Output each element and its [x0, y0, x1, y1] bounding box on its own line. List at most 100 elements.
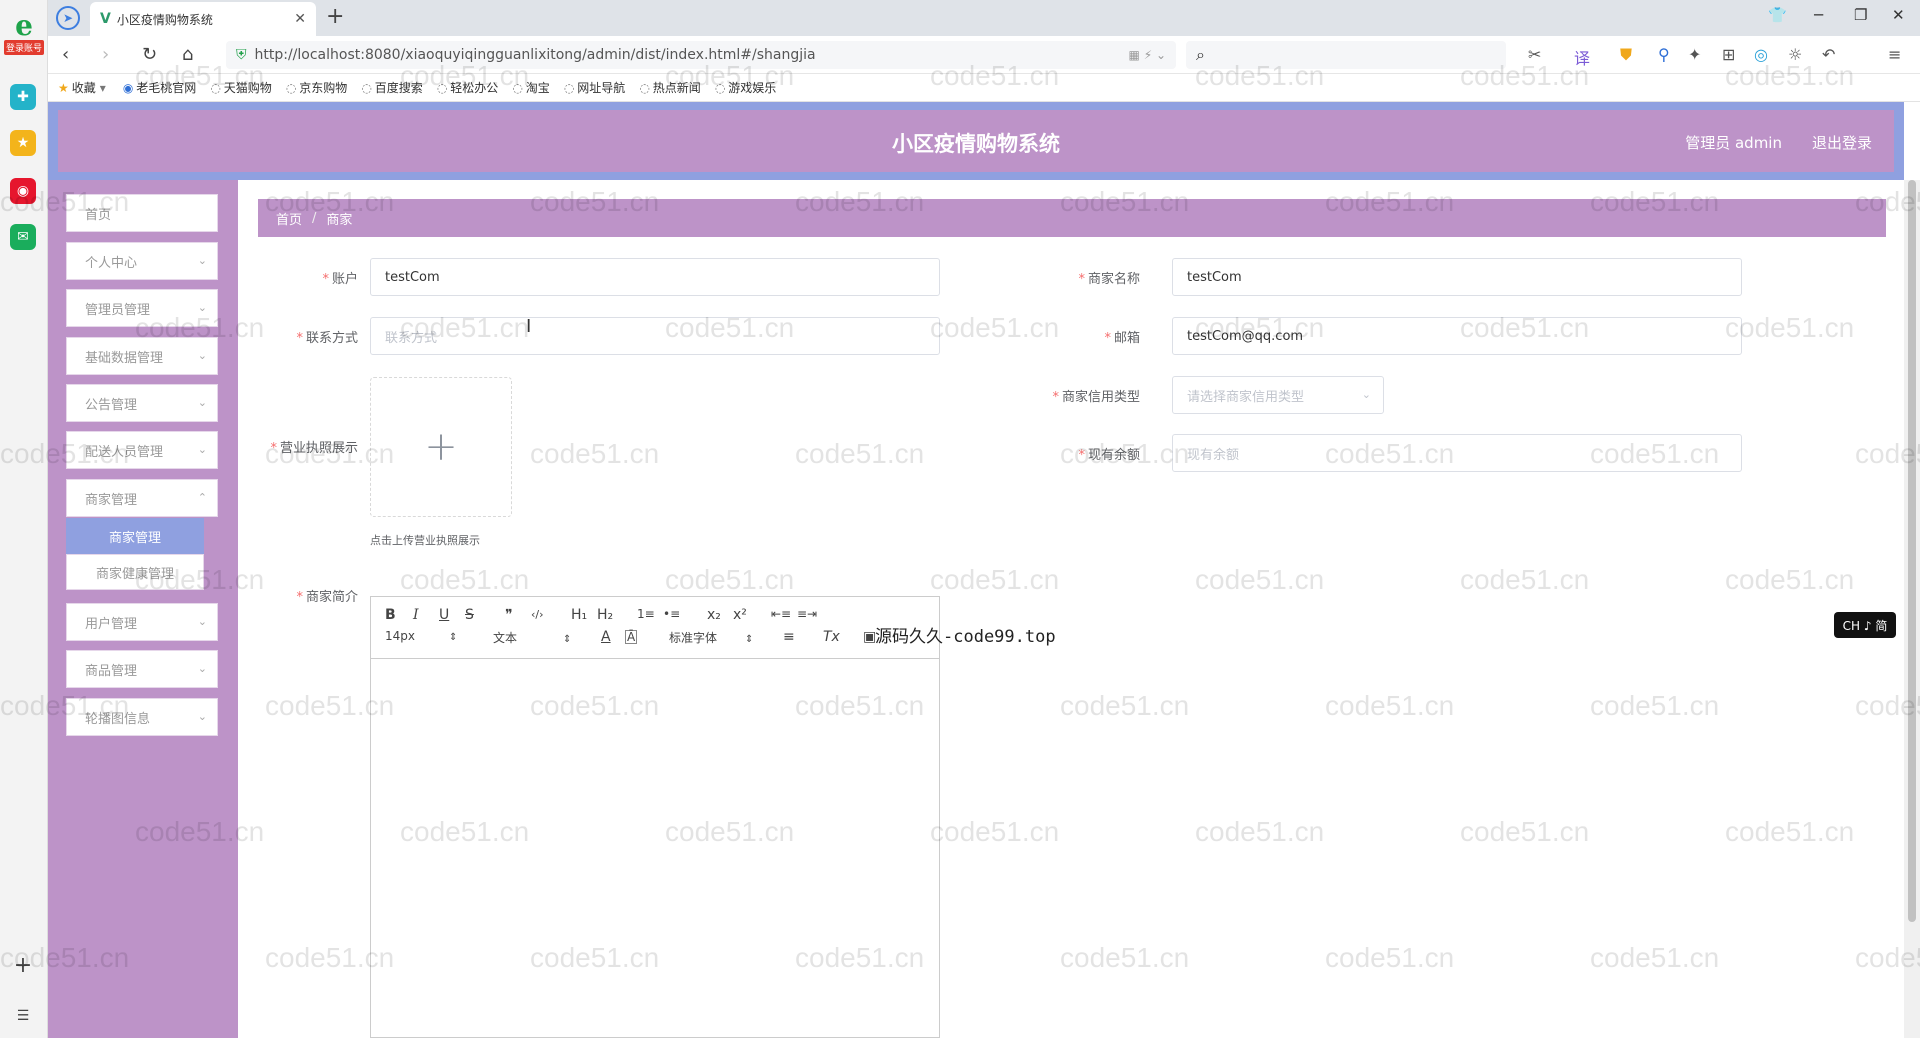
code-icon[interactable]: ‹/› [531, 608, 544, 621]
bookmark-item[interactable]: ◌ 天猫购物 [210, 79, 272, 96]
url-tools-icon[interactable]: ▦ ⚡ ⌄ [1129, 48, 1166, 62]
sidebar-item-notices[interactable]: 公告管理 ⌄ [66, 384, 218, 422]
sidebar-item-base-data[interactable]: 基础数据管理 ⌄ [66, 337, 218, 375]
bookmark-item[interactable]: ◌ 淘宝 [512, 79, 550, 96]
font-size-select[interactable]: 14px ⇕ [385, 629, 457, 643]
sidebar-item-carousel[interactable]: 轮播图信息 ⌄ [66, 698, 218, 736]
intro-rich-editor[interactable]: B I U S ❞ ‹/› H₁ H₂ 1≡ •≡ x₂ x² ⇤≡ ≡⇥ 14… [370, 596, 940, 1038]
tab-close-icon[interactable]: ✕ [294, 11, 306, 27]
balance-input[interactable]: 现有余额 [1172, 434, 1742, 472]
bookmark-item[interactable]: ◌ 热点新闻 [639, 79, 701, 96]
font-family-select[interactable]: 标准字体 ⇕ [669, 629, 753, 646]
paragraph-select[interactable]: 文本 ⇕ [493, 629, 571, 646]
sidebar-item-delivery[interactable]: 配送人员管理 ⌄ [66, 431, 218, 469]
browser-side-rail: e 登录账号 ✚ ★ ◉ ✉ + ☰ [0, 0, 48, 1038]
browser-tab[interactable]: V 小区疫情购物系统 ✕ [90, 2, 316, 36]
back-icon[interactable]: ‹ [62, 44, 69, 65]
quote-icon[interactable]: ❞ [505, 607, 513, 623]
favorites-star-icon[interactable]: ★ [10, 130, 36, 156]
chevron-down-icon: ▾ [99, 80, 106, 95]
sidebar-subitem-merchant-manage[interactable]: 商家管理 [66, 518, 204, 554]
account-input[interactable]: testCom [370, 258, 940, 296]
background-color-icon[interactable]: Ā [625, 630, 638, 644]
contact-input[interactable]: 联系方式 [370, 317, 940, 355]
shield-plugin-icon[interactable]: ⛊ [1620, 45, 1632, 65]
bookmark-item[interactable]: ◌ 轻松办公 [437, 79, 499, 96]
h2-icon[interactable]: H₂ [597, 607, 613, 623]
current-user: 管理员 admin [1685, 134, 1782, 152]
browser-menu-icon[interactable]: ≡ [1888, 45, 1901, 64]
url-field[interactable]: ⛨ http://localhost:8080/xiaoquyiqingguan… [226, 41, 1176, 69]
align-icon[interactable]: ≡ [783, 629, 795, 645]
translate-icon[interactable]: 译 [1574, 45, 1590, 69]
sidebar-subitem-merchant-health[interactable]: 商家健康管理 [66, 554, 204, 590]
home-icon[interactable]: ⌂ [182, 44, 193, 65]
breadcrumb-home[interactable]: 首页 [276, 209, 302, 228]
clear-format-icon[interactable]: Tx [823, 629, 840, 645]
login-account-badge[interactable]: 登录账号 [3, 40, 44, 55]
ime-indicator[interactable]: CH ♪ 简 [1834, 612, 1896, 638]
sidebar-item-admins[interactable]: 管理员管理 ⌄ [66, 289, 218, 327]
window-skin-icon[interactable]: 👕 [1768, 6, 1787, 24]
bookmark-favorites[interactable]: ★ 收藏 ▾ [58, 79, 109, 96]
undo-icon[interactable]: ↶ [1822, 45, 1835, 64]
license-upload[interactable]: + [370, 377, 512, 517]
outdent-icon[interactable]: ⇤≡ [771, 607, 791, 621]
superscript-icon[interactable]: x² [733, 607, 747, 623]
sidebar-item-home[interactable]: 首页 [66, 194, 218, 232]
bullet-list-icon[interactable]: •≡ [663, 607, 680, 621]
site-icon: ◉ [122, 80, 134, 95]
credit-type-select[interactable]: 请选择商家信用类型 ⌄ [1172, 376, 1384, 414]
sidebar-item-profile[interactable]: 个人中心 ⌄ [66, 242, 218, 280]
window-minimize-icon[interactable]: ─ [1814, 6, 1823, 24]
sidebar-item-products[interactable]: 商品管理 ⌄ [66, 650, 218, 688]
reload-icon[interactable]: ↻ [142, 44, 157, 65]
underline-icon[interactable]: U [439, 607, 449, 623]
subscript-icon[interactable]: x₂ [707, 607, 721, 623]
browser-search-input[interactable]: ⌕ [1186, 41, 1506, 69]
add-panel-icon[interactable]: ✚ [10, 84, 36, 110]
font-color-icon[interactable]: A [601, 629, 611, 645]
brightness-icon[interactable]: ☼ [1788, 45, 1802, 64]
browser-logo[interactable]: e 登录账号 [2, 12, 46, 55]
license-upload-tip: 点击上传营业执照展示 [370, 534, 480, 547]
sync-icon[interactable]: ◎ [1754, 45, 1768, 64]
bookmark-item[interactable]: ◌ 网址导航 [564, 79, 626, 96]
window-restore-icon[interactable]: ❐ [1854, 6, 1867, 24]
chevron-down-icon: ⌄ [197, 396, 207, 409]
bold-icon[interactable]: B [385, 607, 396, 623]
apps-grid-icon[interactable]: ⊞ [1722, 45, 1735, 64]
bookmark-item[interactable]: ◌ 京东购物 [286, 79, 348, 96]
extensions-icon[interactable]: ✦ [1688, 45, 1701, 64]
strike-icon[interactable]: S [465, 607, 474, 623]
app-header: 小区疫情购物系统 管理员 admin 退出登录 [48, 102, 1904, 180]
email-label: * 邮箱 [1104, 331, 1140, 346]
bookmark-item[interactable]: ◉ 老毛桃官网 [123, 79, 197, 96]
app-title: 小区疫情购物系统 [892, 132, 1060, 156]
page-scrollbar[interactable] [1904, 180, 1920, 1038]
sidebar-item-merchants[interactable]: 商家管理 ⌃ [66, 479, 218, 517]
forward-icon[interactable]: › [102, 44, 109, 65]
indent-icon[interactable]: ≡⇥ [797, 607, 817, 621]
bookmark-item[interactable]: ◌ 游戏娱乐 [715, 79, 777, 96]
weibo-icon[interactable]: ◉ [10, 178, 36, 204]
new-tab-icon[interactable]: + [326, 4, 344, 29]
rail-add-icon[interactable]: + [10, 952, 36, 978]
shop-name-input[interactable]: testCom [1172, 258, 1742, 296]
globe-icon: ◌ [512, 80, 523, 95]
italic-icon[interactable]: I [413, 607, 419, 623]
browser-navigation-icon[interactable]: ➤ [56, 6, 80, 30]
ordered-list-icon[interactable]: 1≡ [637, 607, 655, 621]
mail-icon[interactable]: ✉ [10, 224, 36, 250]
scrollbar-thumb[interactable] [1908, 180, 1916, 922]
sidebar-item-users[interactable]: 用户管理 ⌄ [66, 603, 218, 641]
window-close-icon[interactable]: ✕ [1892, 6, 1905, 24]
scissors-icon[interactable]: ✂ [1528, 45, 1541, 64]
magnifier-icon[interactable]: ⚲ [1658, 45, 1670, 64]
bookmark-item[interactable]: ◌ 百度搜索 [361, 79, 423, 96]
chevron-down-icon: ⌄ [197, 710, 207, 723]
email-input[interactable]: testCom@qq.com [1172, 317, 1742, 355]
h1-icon[interactable]: H₁ [571, 607, 587, 623]
logout-button[interactable]: 退出登录 [1812, 132, 1872, 153]
rail-menu-icon[interactable]: ☰ [10, 1003, 36, 1029]
